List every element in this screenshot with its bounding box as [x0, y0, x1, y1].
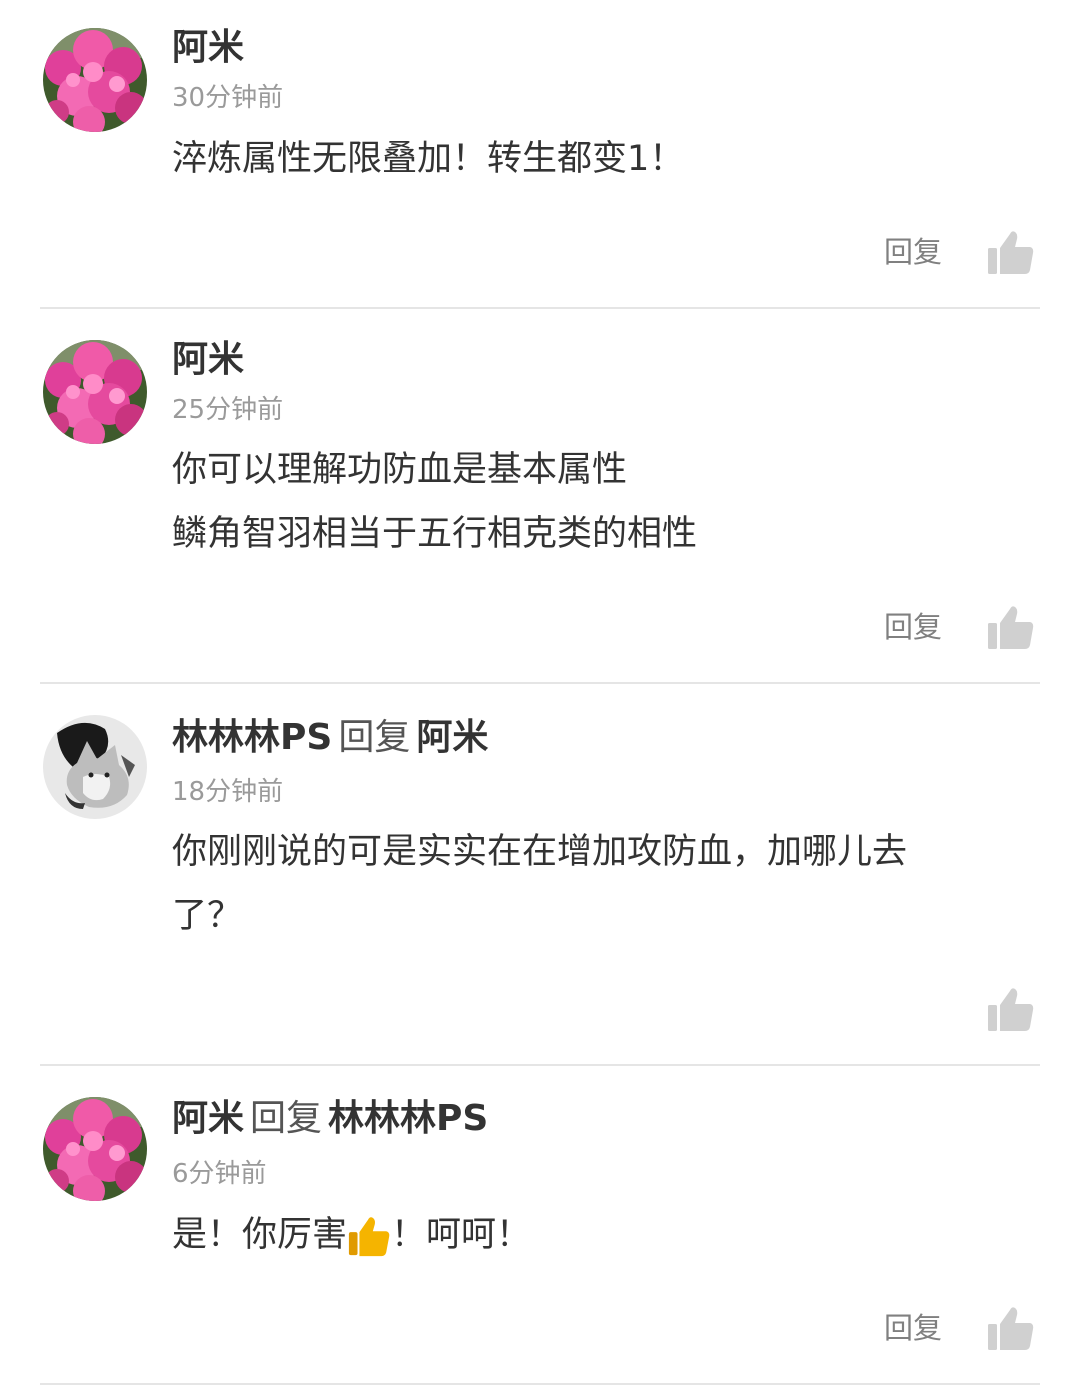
reply-button[interactable]: 回复 — [884, 609, 942, 645]
divider — [40, 1064, 1040, 1066]
comment-text-part: 是！你厉害 — [172, 1215, 348, 1255]
avatar[interactable] — [43, 340, 147, 444]
reply-button[interactable]: 回复 — [884, 1310, 942, 1346]
comment-author[interactable]: 阿米 — [172, 339, 244, 380]
comment-line: 淬炼属性无限叠加！转生都变1！ — [172, 139, 685, 179]
reply-button[interactable]: 回复 — [884, 234, 942, 270]
reply-indicator: 回复 — [338, 717, 411, 758]
pink-flower-avatar — [43, 1097, 147, 1201]
comment-line: 了？ — [172, 896, 243, 936]
comment-header: 阿米 — [172, 338, 244, 382]
wolf-dog-avatar — [43, 715, 147, 819]
avatar[interactable] — [43, 28, 147, 132]
comment-author[interactable]: 阿米 — [172, 1098, 244, 1139]
avatar[interactable] — [43, 1097, 147, 1201]
pink-flower-avatar — [43, 28, 147, 132]
reply-target[interactable]: 林林林PS — [328, 1098, 488, 1139]
thumbs-up-icon[interactable] — [988, 605, 1034, 649]
comment-text: 淬炼属性无限叠加！转生都变1！ — [172, 127, 1032, 191]
thumbs-up-icon[interactable] — [988, 987, 1034, 1031]
comment-line: 你可以理解功防血是基本属性 — [172, 450, 628, 490]
comment-header: 阿米 回复 林林林PS — [172, 1097, 488, 1141]
comment-list: 阿米 30分钟前 淬炼属性无限叠加！转生都变1！ 回复 阿米 25分钟前 你可以… — [0, 0, 1080, 1385]
divider — [40, 307, 1040, 309]
comment-time: 18分钟前 — [172, 777, 284, 807]
reply-indicator: 回复 — [250, 1098, 323, 1139]
comment-header: 林林林PS 回复 阿米 — [172, 716, 488, 760]
comment-text: 你可以理解功防血是基本属性 鳞角智羽相当于五行相克类的相性 — [172, 438, 1032, 566]
comment-header: 阿米 — [172, 26, 244, 70]
thumbs-up-icon[interactable] — [988, 230, 1034, 274]
comment-line: 鳞角智羽相当于五行相克类的相性 — [172, 514, 698, 554]
comment-line: 你刚刚说的可是实实在在增加攻防血，加哪儿去 — [172, 832, 908, 872]
comment-author[interactable]: 阿米 — [172, 27, 244, 68]
comment-text: 是！你厉害 ！呵呵！ — [172, 1203, 1032, 1267]
comment-line: 是！你厉害 ！呵呵！ — [172, 1203, 1032, 1267]
thumbs-up-emoji — [348, 1217, 390, 1257]
reply-target[interactable]: 阿米 — [416, 717, 488, 758]
avatar[interactable] — [43, 715, 147, 819]
comment-time: 25分钟前 — [172, 395, 284, 425]
comment-author[interactable]: 林林林PS — [172, 717, 332, 758]
thumbs-up-icon[interactable] — [988, 1306, 1034, 1350]
comment-time: 30分钟前 — [172, 83, 284, 113]
divider — [40, 682, 1040, 684]
comment-text: 你刚刚说的可是实实在在增加攻防血，加哪儿去 了？ — [172, 820, 1032, 948]
comment-time: 6分钟前 — [172, 1159, 267, 1189]
comment-text-part: ！呵呵！ — [391, 1215, 532, 1255]
pink-flower-avatar — [43, 340, 147, 444]
